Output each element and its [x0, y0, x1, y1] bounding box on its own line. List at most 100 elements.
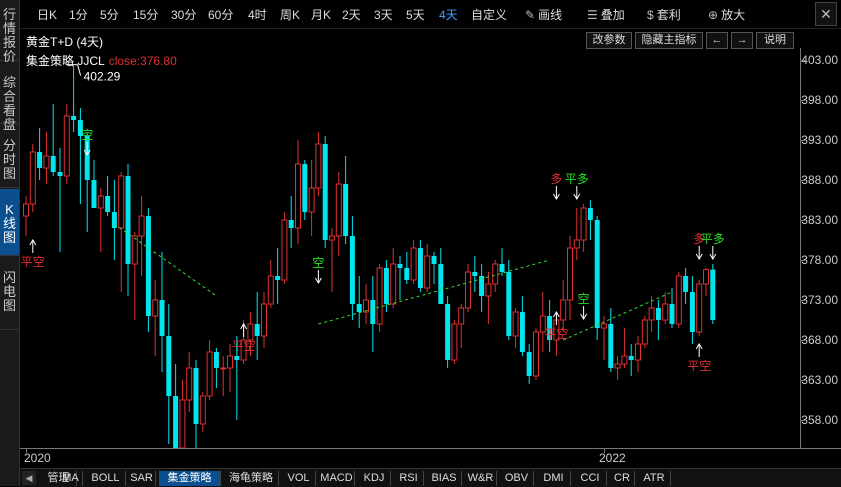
y-tick-mark — [801, 300, 805, 301]
help-button[interactable]: 说明 — [756, 32, 794, 49]
candle — [519, 296, 525, 356]
indicator-tab-3[interactable]: SAR — [128, 471, 156, 486]
candle — [288, 196, 294, 248]
period-tab-10[interactable]: 3天 — [374, 6, 393, 23]
candle — [675, 272, 682, 328]
candle — [179, 380, 186, 448]
candle — [322, 136, 328, 248]
indicator-tab-4[interactable]: 集金策略 — [159, 471, 221, 486]
y-tick-mark — [801, 140, 805, 141]
side-tab-4[interactable]: 闪电图 — [0, 257, 19, 330]
tool-label: 叠加 — [600, 8, 625, 22]
y-tick-label: 358.00 — [801, 413, 838, 427]
candle — [37, 128, 43, 180]
y-tick-label: 383.00 — [801, 213, 838, 227]
indicator-tab-bar: ◀ 管理 MA BOLL SAR 集金策略 海龟策略 VOL MACD KDJ RSI BIAS W&… — [20, 468, 841, 487]
candle — [451, 320, 458, 364]
candle — [97, 188, 104, 252]
candle — [57, 148, 63, 252]
close-button[interactable]: ✕ — [815, 2, 837, 26]
candlestick-chart[interactable]: 402.29353.00平空空平空空多平多平空空多平多平空 — [20, 48, 800, 448]
indicator-tab-16[interactable]: ATR — [638, 471, 671, 486]
time-axis: 2020 2022 — [20, 448, 841, 466]
y-tick-label: 373.00 — [801, 293, 838, 307]
change-params-button[interactable]: 改参数 — [586, 32, 632, 49]
candle — [193, 360, 199, 448]
indicator-tab-7[interactable]: MACD — [319, 471, 355, 486]
period-tab-12[interactable]: 4天 — [439, 6, 458, 23]
candle — [166, 304, 172, 444]
period-tab-5[interactable]: 60分 — [208, 6, 233, 23]
period-tab-11[interactable]: 5天 — [406, 6, 425, 23]
signal-label: 平多 — [565, 172, 589, 186]
candle — [410, 240, 417, 284]
indicator-tab-12[interactable]: OBV — [500, 471, 534, 486]
candle — [608, 308, 614, 372]
indicator-tab-10[interactable]: BIAS — [427, 471, 462, 486]
tool-zoom-in-button[interactable]: ⊕ 放大 — [708, 6, 745, 23]
indicator-tab-2[interactable]: BOLL — [86, 471, 126, 486]
indicator-tab-1[interactable]: MA — [59, 471, 83, 486]
signal-marker: 平多 — [701, 232, 725, 260]
candle — [696, 280, 703, 336]
candle — [275, 248, 281, 304]
money-bag-icon: $ — [647, 8, 654, 22]
candle — [50, 104, 56, 176]
signal-marker: 平空 — [687, 343, 711, 373]
period-tab-2[interactable]: 5分 — [100, 6, 119, 23]
period-tab-8[interactable]: 月K — [311, 6, 331, 23]
candle — [533, 328, 539, 380]
indicator-tab-9[interactable]: RSI — [394, 471, 424, 486]
period-tab-3[interactable]: 15分 — [133, 6, 158, 23]
tool-label: 套利 — [656, 8, 681, 22]
indicator-tab-13[interactable]: DMI — [537, 471, 571, 486]
period-tab-13[interactable]: 自定义 — [471, 6, 507, 23]
indicator-tab-6[interactable]: VOL — [282, 471, 316, 486]
candle — [77, 108, 83, 204]
candle — [118, 172, 125, 292]
candle — [356, 276, 362, 328]
next-arrow-button[interactable]: → — [731, 32, 753, 49]
indicator-tab-14[interactable]: CCI — [574, 471, 607, 486]
tool-layers-button[interactable]: ☰ 叠加 — [587, 6, 625, 23]
y-tick-label: 388.00 — [801, 173, 838, 187]
scroll-left-icon[interactable]: ◀ — [22, 471, 36, 485]
candle — [621, 328, 628, 368]
y-tick-label: 363.00 — [801, 373, 838, 387]
y-tick-label: 393.00 — [801, 133, 838, 147]
candle — [43, 132, 50, 184]
candle — [526, 344, 532, 384]
indicator-tab-8[interactable]: KDJ — [358, 471, 391, 486]
side-tab-1[interactable]: 综合看盘 — [0, 62, 19, 132]
candle — [173, 364, 179, 448]
candle — [506, 260, 512, 340]
period-tab-9[interactable]: 2天 — [342, 6, 361, 23]
indicator-tab-5[interactable]: 海龟策略 — [224, 471, 279, 486]
candle — [159, 252, 165, 372]
period-tab-0[interactable]: 日K — [37, 6, 57, 23]
candle — [397, 256, 403, 300]
candle — [152, 280, 159, 356]
tool-pencil-button[interactable]: ✎ 画线 — [525, 6, 562, 23]
candle — [539, 292, 546, 352]
candle — [424, 244, 431, 292]
side-tab-2[interactable]: 分时图 — [0, 125, 19, 188]
y-tick-mark — [801, 260, 805, 261]
indicator-tab-15[interactable]: CR — [610, 471, 635, 486]
signal-label: 平多 — [701, 232, 725, 246]
candle — [63, 104, 70, 184]
candle — [343, 156, 349, 244]
y-tick-mark — [801, 420, 805, 421]
period-tab-4[interactable]: 30分 — [171, 6, 196, 23]
candle — [91, 160, 97, 208]
period-tab-7[interactable]: 周K — [280, 6, 300, 23]
period-tab-1[interactable]: 1分 — [69, 6, 88, 23]
side-tab-0[interactable]: 行情报价 — [0, 0, 19, 64]
hide-main-indicator-button[interactable]: 隐藏主指标 — [635, 32, 703, 49]
side-tab-3[interactable]: K线图 — [0, 189, 19, 256]
period-tab-6[interactable]: 4时 — [248, 6, 267, 23]
price-axis: 403.00 398.00 393.00 388.00 383.00 378.00 373.… — [800, 48, 841, 448]
prev-arrow-button[interactable]: ← — [706, 32, 728, 49]
tool-money-bag-button[interactable]: $ 套利 — [647, 6, 681, 23]
indicator-tab-11[interactable]: W&R — [465, 471, 497, 486]
